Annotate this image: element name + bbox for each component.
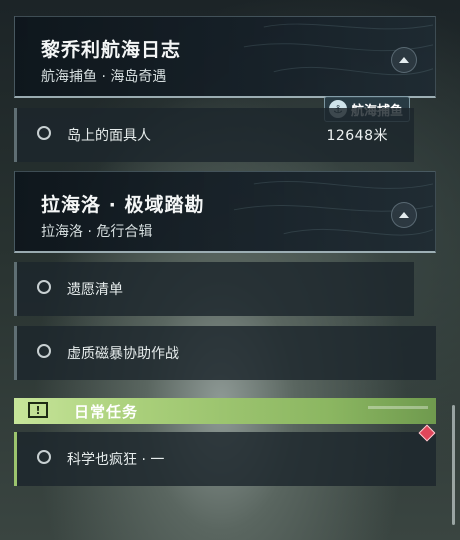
collapse-button[interactable] bbox=[391, 47, 417, 73]
quest-title: 拉海洛 · 极域踏勘 bbox=[41, 194, 205, 216]
quest-title: 黎乔利航海日志 bbox=[41, 39, 182, 61]
task-label: 科学也疯狂 · 一 bbox=[67, 452, 165, 468]
banner-decoration bbox=[368, 406, 428, 409]
quest-subtitle: 航海捕鱼 · 海岛奇遇 bbox=[41, 69, 167, 85]
chevron-up-icon bbox=[399, 212, 409, 218]
daily-tasks-header[interactable]: ! 日常任务 bbox=[14, 398, 436, 424]
task-row-crazy-science[interactable]: 科学也疯狂 · 一 bbox=[14, 432, 436, 486]
task-row-magnetic-storm[interactable]: 虚质磁暴协助作战 bbox=[14, 326, 436, 380]
task-row-wish-list[interactable]: 遗愿清单 bbox=[14, 262, 414, 316]
scrollbar[interactable] bbox=[452, 405, 455, 525]
task-row-mask-man[interactable]: 岛上的面具人 12648米 bbox=[14, 108, 414, 162]
daily-tasks-label: 日常任务 bbox=[74, 403, 139, 421]
quest-header-polar-survey[interactable]: 拉海洛 · 极域踏勘 拉海洛 · 危行合辑 bbox=[14, 171, 436, 253]
status-circle-icon bbox=[37, 126, 51, 140]
chevron-up-icon bbox=[399, 57, 409, 63]
task-label: 虚质磁暴协助作战 bbox=[67, 346, 179, 362]
status-circle-icon bbox=[37, 450, 51, 464]
quest-header-sailing-log[interactable]: 黎乔利航海日志 航海捕鱼 · 海岛奇遇 bbox=[14, 16, 436, 98]
task-label: 岛上的面具人 bbox=[67, 128, 151, 144]
collapse-button[interactable] bbox=[391, 202, 417, 228]
task-label: 遗愿清单 bbox=[67, 282, 123, 298]
status-circle-icon bbox=[37, 280, 51, 294]
status-circle-icon bbox=[37, 344, 51, 358]
quest-subtitle: 拉海洛 · 危行合辑 bbox=[41, 224, 153, 240]
task-distance: 12648米 bbox=[326, 128, 388, 144]
exclamation-icon: ! bbox=[28, 402, 48, 418]
